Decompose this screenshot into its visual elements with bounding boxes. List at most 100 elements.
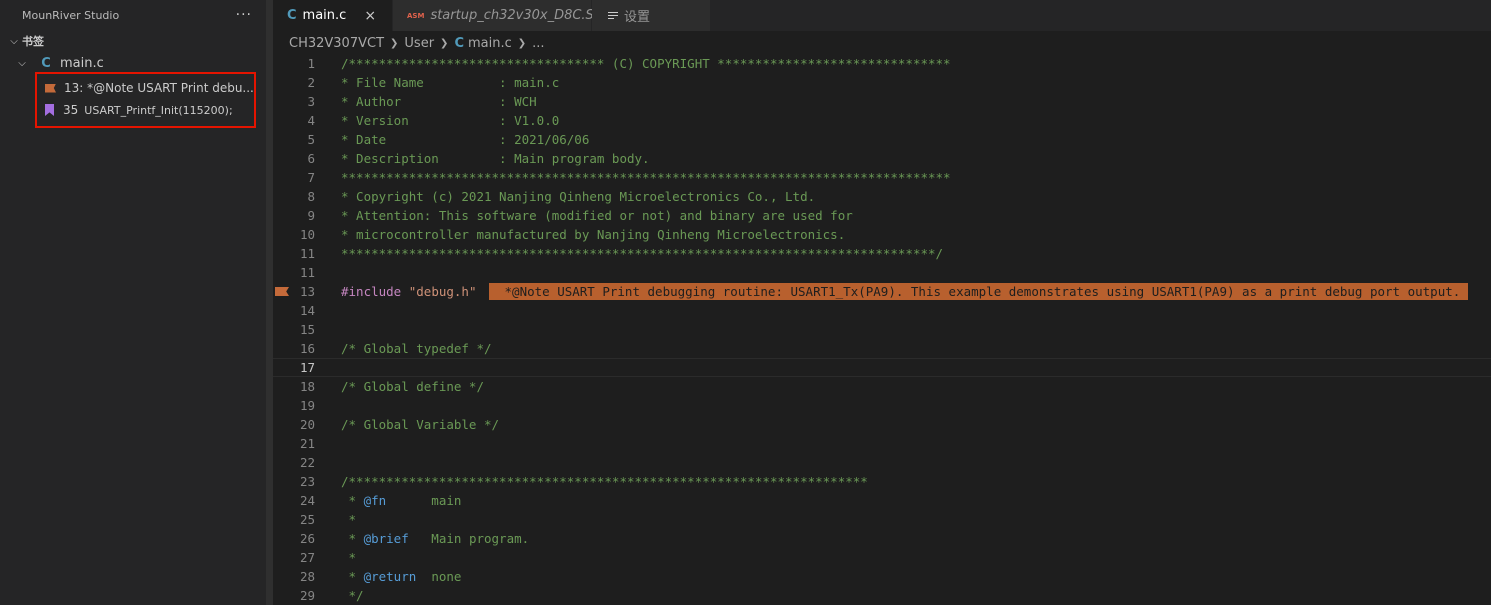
code-line[interactable]: 9 * Attention: This software (modified or…: [273, 206, 1491, 225]
breadcrumb-item[interactable]: main.c: [468, 36, 512, 51]
chevron-right-icon: ❯: [517, 37, 527, 49]
bookmark-flag-icon[interactable]: [275, 287, 289, 296]
code-text: * microcontroller manufactured by Nanjin…: [341, 227, 846, 242]
doc-tag: @fn: [363, 493, 387, 508]
line-number: 16: [299, 341, 315, 356]
doc-tag: @return: [363, 569, 417, 584]
more-actions-button[interactable]: ···: [236, 7, 252, 23]
code-editor[interactable]: 1 /********************************** (C)…: [273, 54, 1491, 605]
tab-label: 设置: [624, 10, 651, 25]
line-number: 28: [299, 569, 315, 584]
chevron-right-icon: ❯: [440, 37, 449, 49]
code-text: * @brief Main program.: [341, 529, 530, 548]
code-line[interactable]: 21: [273, 434, 1491, 453]
section-title: 书签: [22, 35, 44, 48]
tab-startup-asm[interactable]: ASM startup_ch32v30x_D8C.S: [393, 0, 594, 31]
code-line[interactable]: 25 *: [273, 510, 1491, 529]
bookmark-note-highlight: *@Note USART Print debugging routine: US…: [489, 283, 1469, 300]
code-line[interactable]: 24 * @fn main: [273, 491, 1491, 510]
code-line[interactable]: 8 * Copyright (c) 2021 Nanjing Qinheng Mi…: [273, 187, 1491, 206]
comment-text: Main program.: [408, 531, 530, 546]
code-text: *: [341, 512, 357, 527]
code-line[interactable]: 15: [273, 320, 1491, 339]
code-line[interactable]: 10 * microcontroller manufactured by Nanj…: [273, 225, 1491, 244]
close-icon[interactable]: ×: [364, 8, 376, 24]
code-line[interactable]: 20 /* Global Variable */: [273, 415, 1491, 434]
code-line[interactable]: 17: [273, 358, 1491, 377]
line-number: 9: [307, 208, 315, 223]
code-line[interactable]: 11 **************************************…: [273, 244, 1491, 263]
code-text: ****************************************…: [341, 246, 944, 261]
breadcrumb-item[interactable]: CH32V307VCT: [289, 36, 384, 51]
code-line[interactable]: 6 * Description : Main program body.: [273, 149, 1491, 168]
breadcrumb-item[interactable]: User: [404, 36, 434, 51]
line-number: 19: [299, 398, 315, 413]
code-line[interactable]: 14: [273, 301, 1491, 320]
code-line[interactable]: 27 *: [273, 548, 1491, 567]
breadcrumb-item[interactable]: ...: [532, 36, 544, 51]
bookmarks-sidebar: MounRiver Studio ··· ⌵ 书签 ⌵ C main.c 13:…: [0, 0, 266, 605]
code-line[interactable]: 18 /* Global define */: [273, 377, 1491, 396]
code-line[interactable]: 16 /* Global typedef */: [273, 339, 1491, 358]
include-keyword: #include: [341, 284, 402, 299]
line-number: 5: [307, 132, 315, 147]
line-number: 6: [307, 151, 315, 166]
sidebar-sash[interactable]: [266, 0, 273, 605]
code-line[interactable]: 22: [273, 453, 1491, 472]
bookmark-line-number: 35: [63, 103, 79, 117]
code-line[interactable]: 11: [273, 263, 1491, 282]
code-line[interactable]: 26 * @brief Main program.: [273, 529, 1491, 548]
line-number: 11: [299, 265, 315, 280]
code-text: #include "debug.h": [341, 282, 476, 301]
section-bookmarks[interactable]: ⌵ 书签: [0, 30, 266, 52]
code-line[interactable]: 3 * Author : WCH: [273, 92, 1491, 111]
line-number: 4: [307, 113, 315, 128]
code-line[interactable]: 19: [273, 396, 1491, 415]
line-number: 14: [299, 303, 315, 318]
bookmark-text: 13: *@Note USART Print debu...: [64, 81, 254, 95]
line-number: 17: [299, 360, 315, 375]
bookmark-ribbon-icon: [45, 104, 54, 116]
c-file-icon: C: [454, 35, 464, 51]
tab-label: main.c: [302, 8, 347, 23]
code-line[interactable]: 2 * File Name : main.c: [273, 73, 1491, 92]
line-number: 7: [307, 170, 315, 185]
doc-tag: @brief: [363, 531, 409, 546]
code-line[interactable]: 7 ***************************************…: [273, 168, 1491, 187]
include-file: "debug.h": [401, 284, 477, 299]
code-text: * Attention: This software (modified or …: [341, 208, 861, 223]
bookmark-flag-icon: [45, 83, 56, 93]
line-number: 27: [299, 550, 315, 565]
line-number: 2: [307, 75, 315, 90]
bookmark-item[interactable]: 35 USART_Printf_Init(115200);: [37, 99, 254, 121]
bookmark-item[interactable]: 13: *@Note USART Print debu...: [37, 77, 254, 99]
tab-settings[interactable]: 设置: [592, 0, 711, 31]
comment-prefix: *: [341, 531, 364, 546]
chevron-right-icon: ❯: [390, 37, 399, 49]
comment-text: none: [416, 569, 462, 584]
chevron-down-icon: ⌵: [18, 57, 26, 69]
sidebar-title: MounRiver Studio: [22, 8, 120, 22]
code-line[interactable]: 29 */: [273, 586, 1491, 605]
asm-file-icon: ASM: [407, 11, 425, 20]
code-line[interactable]: 23 /*************************************…: [273, 472, 1491, 491]
code-line[interactable]: 4 * Version : V1.0.0: [273, 111, 1491, 130]
tree-file-main-c[interactable]: ⌵ C main.c: [0, 52, 266, 74]
tab-main-c[interactable]: C main.c ×: [273, 0, 393, 31]
c-file-icon: C: [41, 55, 51, 71]
code-line[interactable]: 1 /********************************** (C)…: [273, 54, 1491, 73]
line-number: 1: [307, 56, 315, 71]
code-line[interactable]: 5 * Date : 2021/06/06: [273, 130, 1491, 149]
code-line[interactable]: 28 * @return none: [273, 567, 1491, 586]
code-text: * Version : V1.0.0: [341, 113, 560, 128]
code-text: * @return none: [341, 567, 462, 586]
line-number: 13: [299, 284, 315, 299]
bookmark-list: 13: *@Note USART Print debu... 35 USART_…: [35, 72, 256, 128]
line-number: 20: [299, 417, 315, 432]
line-number: 22: [299, 455, 315, 470]
comment-prefix: *: [341, 493, 364, 508]
line-number: 10: [299, 227, 315, 242]
code-line[interactable]: 13 #include "debug.h" *@Note USART Print …: [273, 282, 1491, 301]
line-number: 21: [299, 436, 315, 451]
code-text: * Copyright (c) 2021 Nanjing Qinheng Mic…: [341, 189, 816, 204]
